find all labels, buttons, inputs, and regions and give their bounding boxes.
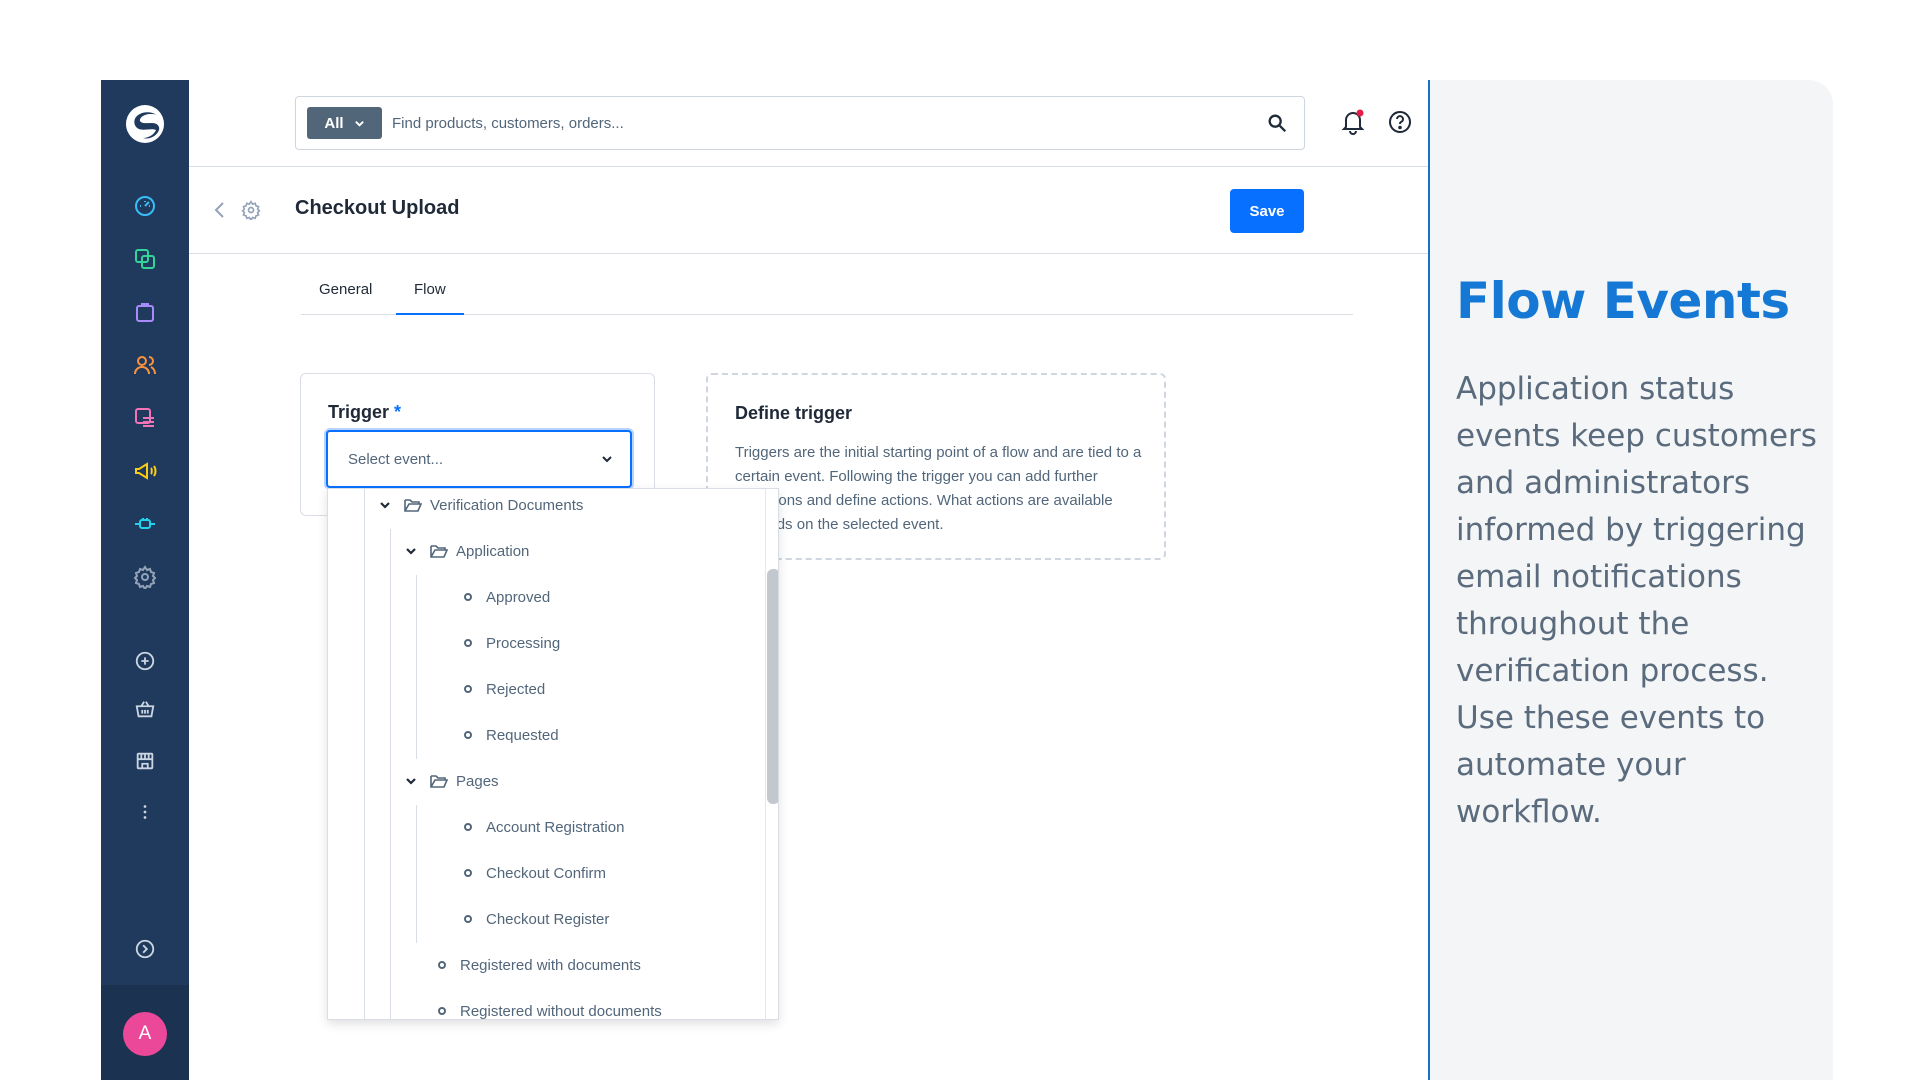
storefront-icon[interactable] — [131, 747, 159, 775]
caret-down-icon[interactable] — [404, 774, 418, 788]
info-panel: Flow Events Application status events ke… — [1428, 80, 1833, 1080]
global-search: All — [295, 96, 1305, 150]
tree-guide-line — [364, 489, 365, 1019]
define-trigger-title: Define trigger — [735, 403, 853, 423]
event-tree-dropdown: Verification Documents Application Appro… — [327, 488, 779, 1020]
chevron-down-icon — [602, 456, 612, 463]
folder-open-icon — [430, 775, 448, 788]
scrollbar-track — [765, 489, 766, 1019]
app-window: A All Checkout Upload Save General Flow — [101, 80, 1428, 1080]
notifications-bell-icon[interactable] — [1339, 108, 1367, 136]
tree-guide-line — [416, 575, 417, 759]
back-arrow-icon[interactable] — [211, 199, 229, 221]
tab-general[interactable]: General — [301, 272, 390, 315]
tree-leaf-account-registration[interactable]: Account Registration — [464, 815, 624, 839]
leaf-bullet-icon — [464, 639, 472, 647]
search-input[interactable] — [392, 106, 1222, 140]
avatar[interactable]: A — [123, 1012, 167, 1056]
tree-leaf-checkout-confirm[interactable]: Checkout Confirm — [464, 861, 606, 885]
leaf-bullet-icon — [464, 593, 472, 601]
topbar: All — [189, 80, 1428, 167]
tree-leaf-label: Checkout Confirm — [486, 864, 607, 882]
tree-leaf-label: Approved — [486, 588, 551, 606]
tree-leaf-registered-without-documents[interactable]: Registered without documents — [438, 999, 662, 1020]
page-header: Checkout Upload Save — [189, 167, 1428, 254]
tree-leaf-processing[interactable]: Processing — [464, 631, 560, 655]
dashboard-icon[interactable] — [131, 192, 159, 220]
dropdown-scrollbar[interactable] — [767, 569, 778, 804]
settings-gear-icon[interactable] — [241, 200, 261, 220]
tab-flow[interactable]: Flow — [396, 272, 464, 315]
sidebar: A — [101, 80, 189, 1080]
tree-leaf-rejected[interactable]: Rejected — [464, 677, 545, 701]
tree-node-verification-documents[interactable]: Verification Documents — [378, 493, 583, 517]
tab-bar: General Flow — [301, 272, 1353, 315]
tree-leaf-label: Rejected — [486, 680, 546, 698]
tree-leaf-label: Processing — [486, 634, 561, 652]
tree-node-label: Pages — [456, 772, 499, 790]
customers-icon[interactable] — [131, 351, 159, 379]
orders-icon[interactable] — [131, 298, 159, 326]
add-circle-icon[interactable] — [131, 647, 159, 675]
panel-text: Application status events keep customers… — [1456, 371, 1817, 830]
trigger-label-text: Trigger — [328, 402, 390, 422]
tree-leaf-label: Requested — [486, 726, 559, 744]
tree-node-label: Application — [456, 542, 530, 560]
sidebar-user-area: A — [101, 985, 189, 1080]
help-icon[interactable] — [1387, 109, 1413, 135]
expand-sidebar-icon[interactable] — [131, 935, 159, 963]
settings-icon[interactable] — [131, 563, 159, 591]
define-trigger-text: Triggers are the initial starting point … — [735, 444, 1142, 533]
tree-leaf-label: Account Registration — [486, 818, 625, 836]
chevron-down-icon — [354, 120, 364, 127]
event-select[interactable]: Select event... — [326, 430, 632, 488]
save-button[interactable]: Save — [1230, 189, 1304, 233]
search-scope-button[interactable]: All — [307, 107, 382, 139]
caret-down-icon[interactable] — [404, 544, 418, 558]
basket-icon[interactable] — [131, 695, 159, 723]
tree-leaf-approved[interactable]: Approved — [464, 585, 550, 609]
leaf-bullet-icon — [438, 961, 446, 969]
event-select-placeholder: Select event... — [348, 451, 444, 468]
tree-leaf-label: Registered with documents — [460, 956, 641, 974]
tree-leaf-label: Registered without documents — [460, 1002, 662, 1020]
tree-leaf-checkout-register[interactable]: Checkout Register — [464, 907, 609, 931]
leaf-bullet-icon — [464, 869, 472, 877]
tree-node-application[interactable]: Application — [404, 539, 529, 563]
tree-leaf-label: Checkout Register — [486, 910, 610, 928]
marketing-icon[interactable] — [131, 457, 159, 485]
search-icon[interactable] — [1266, 112, 1288, 134]
extensions-icon[interactable] — [131, 510, 159, 538]
more-icon[interactable] — [131, 798, 159, 826]
folder-open-icon — [430, 545, 448, 558]
trigger-label: Trigger * — [328, 402, 401, 423]
caret-down-icon[interactable] — [378, 498, 392, 512]
tree-guide-line — [390, 529, 391, 1019]
tree-leaf-registered-with-documents[interactable]: Registered with documents — [438, 953, 641, 977]
tree-node-pages[interactable]: Pages — [404, 769, 499, 793]
catalog-icon[interactable] — [131, 245, 159, 273]
tree-leaf-requested[interactable]: Requested — [464, 723, 559, 747]
leaf-bullet-icon — [438, 1007, 446, 1015]
leaf-bullet-icon — [464, 915, 472, 923]
folder-open-icon — [404, 499, 422, 512]
shopware-logo-icon[interactable] — [123, 102, 167, 146]
required-mark: * — [394, 402, 402, 422]
content-icon[interactable] — [131, 404, 159, 432]
leaf-bullet-icon — [464, 731, 472, 739]
tree-guide-line — [416, 805, 417, 943]
leaf-bullet-icon — [464, 823, 472, 831]
panel-title: Flow Events — [1456, 272, 1790, 330]
page-title: Checkout Upload — [295, 197, 460, 219]
search-scope-label: All — [324, 114, 344, 132]
tree-node-label: Verification Documents — [430, 496, 584, 514]
leaf-bullet-icon — [464, 685, 472, 693]
